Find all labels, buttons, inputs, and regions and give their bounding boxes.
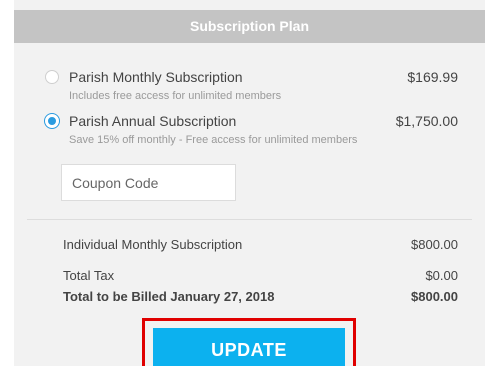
line-item-value: $800.00 (411, 237, 458, 252)
total-value: $800.00 (411, 289, 458, 304)
line-item-label: Individual Monthly Subscription (63, 237, 243, 252)
plan-title: Parish Annual Subscription (69, 113, 237, 129)
divider (27, 219, 472, 220)
panel-header: Subscription Plan (14, 10, 485, 43)
radio-annual[interactable] (45, 114, 59, 128)
coupon-code-input[interactable] (61, 164, 236, 201)
update-button[interactable]: UPDATE (153, 328, 345, 366)
plan-price: $169.99 (407, 69, 458, 85)
plan-subtitle: Includes free access for unlimited membe… (69, 90, 282, 102)
update-button-highlight: UPDATE (142, 318, 356, 366)
tax-value: $0.00 (425, 268, 458, 283)
subscription-panel: Subscription Plan Parish Monthly Subscri… (14, 0, 485, 366)
plan-title: Parish Monthly Subscription (69, 69, 243, 85)
plan-subtitle: Save 15% off monthly - Free access for u… (69, 134, 358, 146)
radio-monthly[interactable] (45, 70, 59, 84)
plan-price: $1,750.00 (395, 113, 458, 129)
tax-label: Total Tax (63, 268, 115, 283)
total-label: Total to be Billed January 27, 2018 (63, 289, 275, 304)
